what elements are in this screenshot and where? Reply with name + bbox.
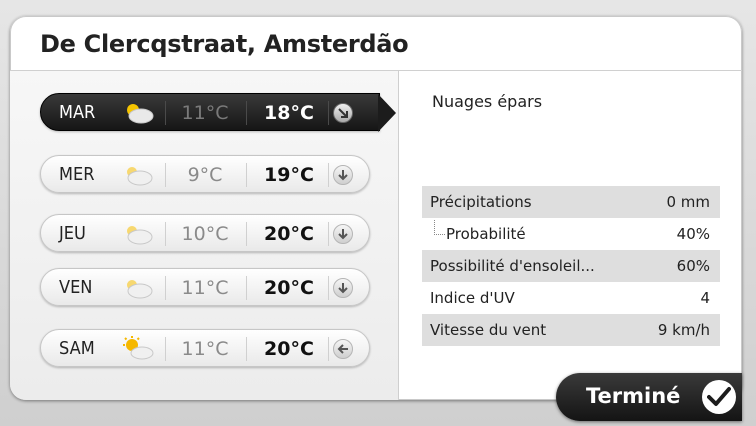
separator	[328, 222, 329, 246]
day-name: MER	[59, 164, 95, 185]
detail-value: 9 km/h	[657, 321, 710, 339]
arrow-down-icon	[333, 224, 353, 244]
selection-pointer	[378, 94, 396, 132]
separator	[246, 222, 247, 246]
panel-divider	[398, 71, 399, 400]
detail-value: 0 mm	[666, 193, 710, 211]
low-temp: 11°C	[181, 277, 229, 299]
separator	[246, 101, 247, 125]
separator	[328, 101, 329, 125]
detail-row-uv: Indice d'UV 4	[422, 282, 720, 314]
high-temp: 20°C	[264, 277, 314, 299]
separator	[328, 337, 329, 361]
arrow-down-icon	[333, 278, 353, 298]
detail-value: 60%	[676, 257, 710, 275]
cloudy-icon	[121, 221, 155, 247]
arrow-southeast-icon	[333, 103, 353, 123]
detail-label: Indice d'UV	[430, 289, 515, 307]
detail-label: Possibilité d'ensoleil...	[430, 257, 595, 275]
arrow-left-icon	[333, 339, 353, 359]
day-name: JEU	[59, 223, 86, 244]
forecast-day-fri[interactable]: VEN 11°C 20°C	[40, 268, 370, 306]
low-temp: 11°C	[181, 102, 229, 124]
details-table: Précipitations 0 mm Probabilité 40% Poss…	[422, 186, 720, 346]
low-temp: 9°C	[187, 164, 223, 186]
sun-cloud-icon	[121, 336, 155, 362]
detail-row-precipitation: Précipitations 0 mm	[422, 186, 720, 218]
separator	[165, 337, 166, 361]
separator	[246, 276, 247, 300]
detail-label: Probabilité	[446, 225, 526, 243]
detail-value: 40%	[676, 225, 710, 243]
forecast-day-wed[interactable]: MER 9°C 19°C	[40, 155, 370, 193]
separator	[165, 222, 166, 246]
day-name: SAM	[59, 338, 95, 359]
partly-cloudy-icon	[121, 100, 155, 126]
low-temp: 10°C	[181, 223, 229, 245]
high-temp: 20°C	[264, 338, 314, 360]
day-name: VEN	[59, 277, 93, 298]
low-temp: 11°C	[181, 338, 229, 360]
arrow-down-icon	[333, 165, 353, 185]
cloudy-icon	[121, 162, 155, 188]
separator	[165, 101, 166, 125]
detail-row-sunshine: Possibilité d'ensoleil... 60%	[422, 250, 720, 282]
detail-label: Précipitations	[430, 193, 532, 211]
separator	[246, 163, 247, 187]
high-temp: 19°C	[264, 164, 314, 186]
tree-connector	[434, 220, 445, 235]
high-temp: 18°C	[264, 102, 314, 124]
done-label: Terminé	[586, 384, 681, 408]
separator	[328, 276, 329, 300]
day-name: MAR	[59, 102, 96, 123]
separator	[328, 163, 329, 187]
detail-value: 4	[700, 289, 710, 307]
cloudy-icon	[121, 275, 155, 301]
forecast-day-tue[interactable]: MAR 11°C 18°C	[40, 93, 380, 131]
separator	[246, 337, 247, 361]
high-temp: 20°C	[264, 223, 314, 245]
condition-text: Nuages épars	[432, 92, 543, 111]
detail-row-probability: Probabilité 40%	[422, 218, 720, 250]
detail-row-wind: Vitesse du vent 9 km/h	[422, 314, 720, 346]
separator	[165, 276, 166, 300]
checkmark-icon	[702, 380, 736, 414]
location-title: De Clercqstraat, Amsterdão	[40, 30, 409, 58]
background: De Clercqstraat, Amsterdão MAR 11°C 18°C	[0, 0, 756, 426]
weather-panel: De Clercqstraat, Amsterdão MAR 11°C 18°C	[10, 16, 742, 400]
done-button[interactable]: Terminé	[556, 373, 742, 421]
forecast-day-sat[interactable]: SAM 11°C 20°C	[40, 329, 370, 367]
separator	[165, 163, 166, 187]
forecast-day-thu[interactable]: JEU 10°C 20°C	[40, 214, 370, 252]
detail-label: Vitesse du vent	[430, 321, 547, 339]
